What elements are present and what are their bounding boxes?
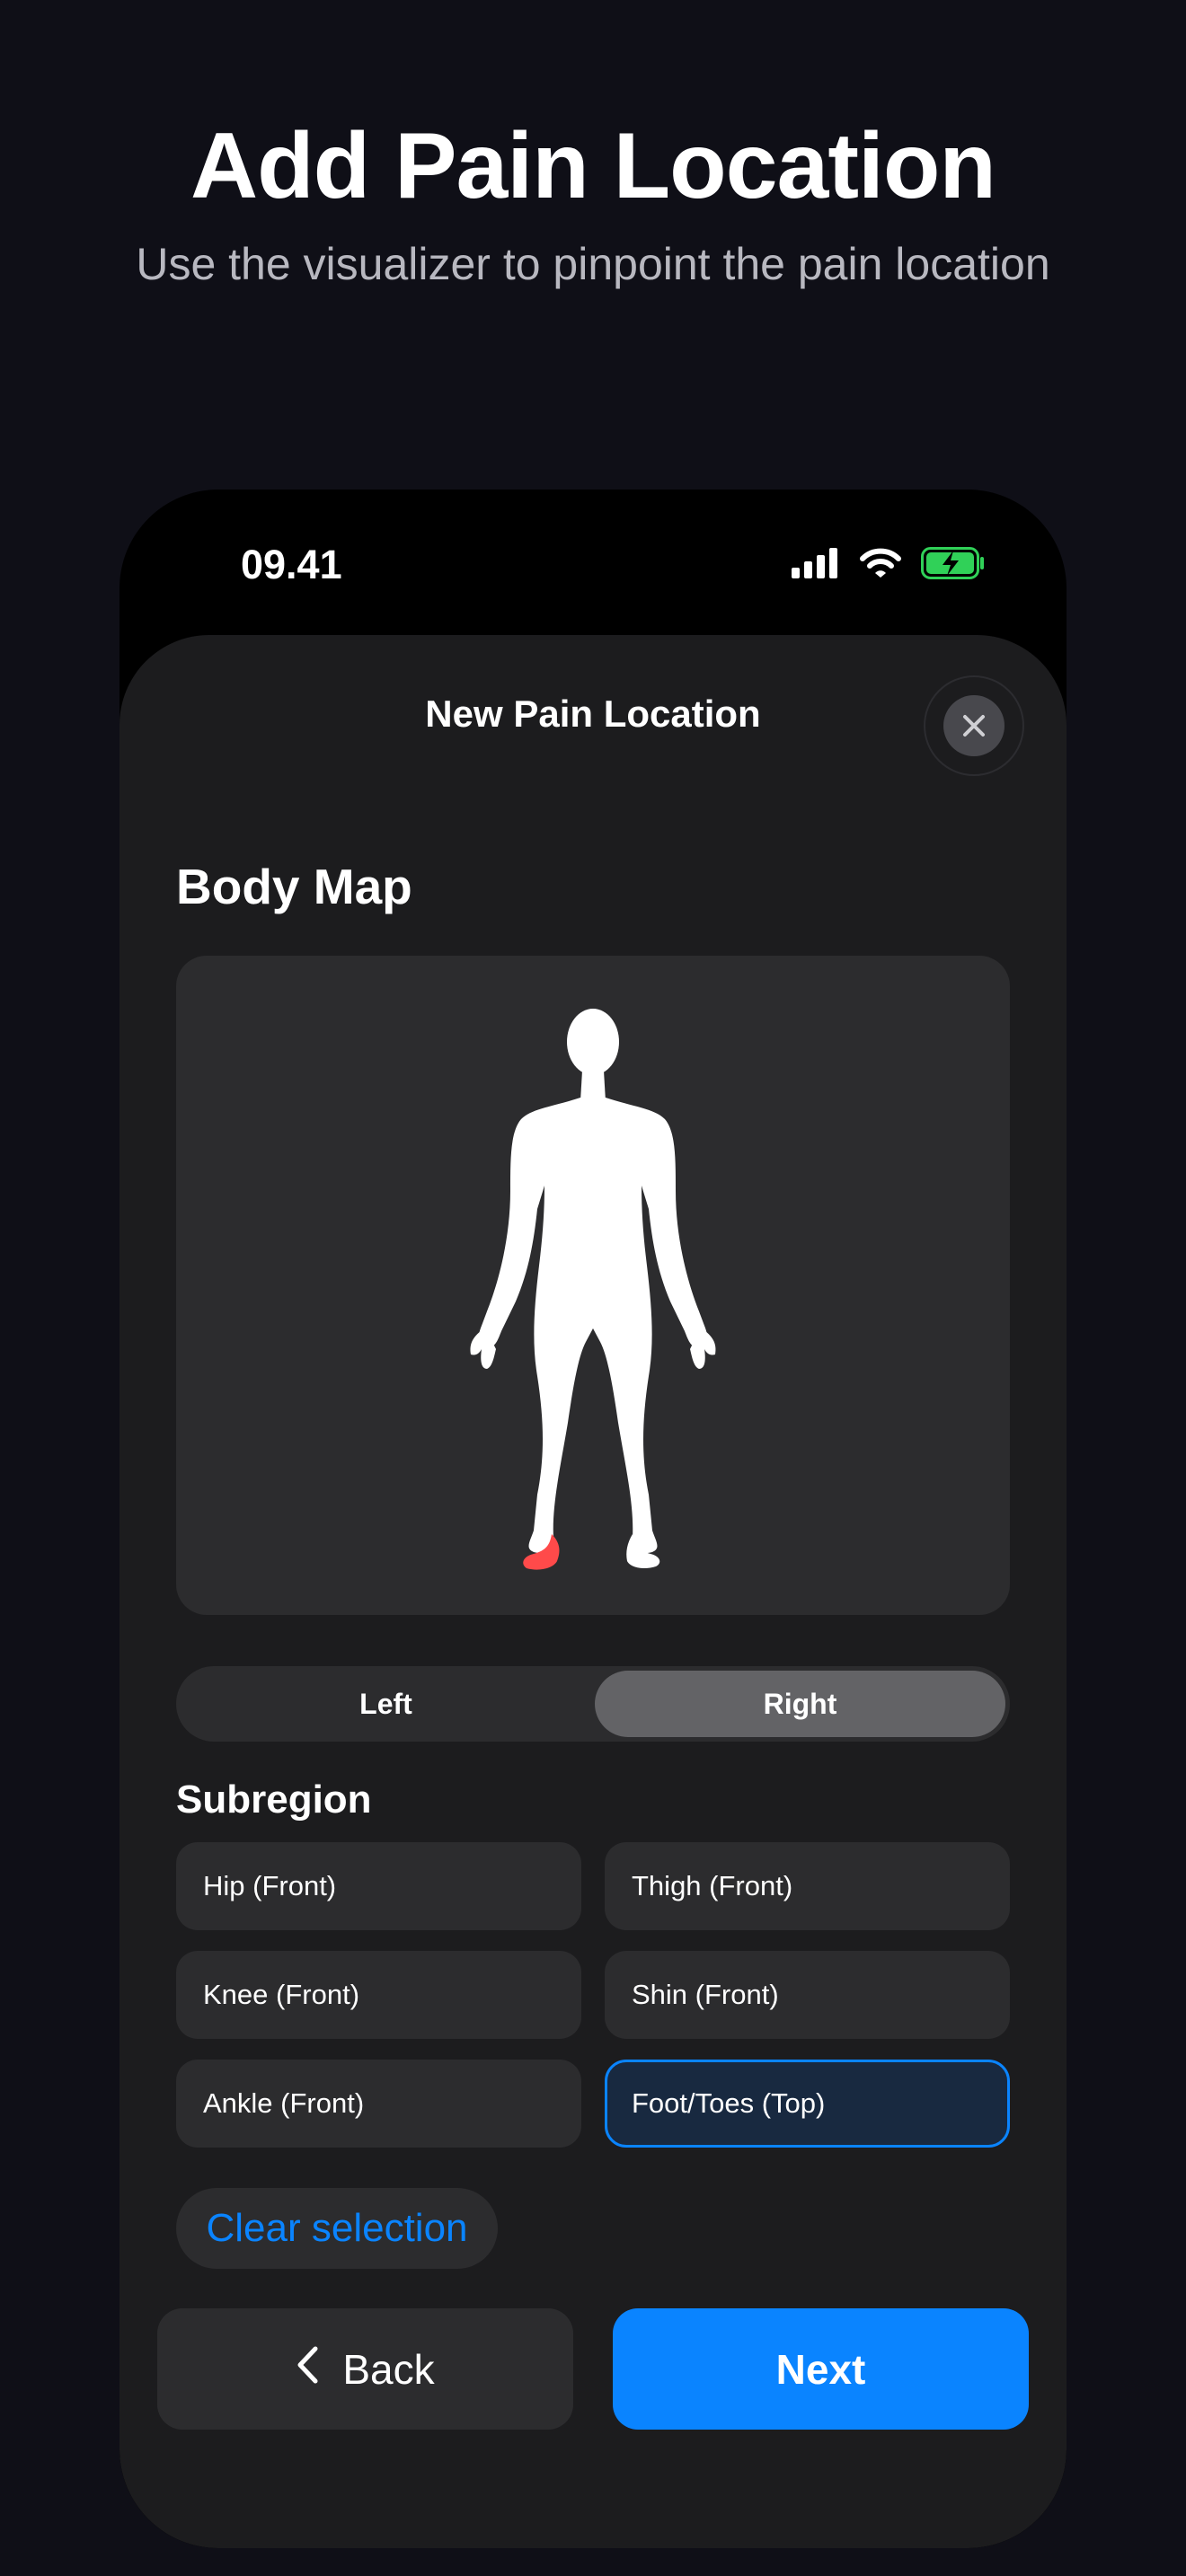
- subregion-knee-front[interactable]: Knee (Front): [176, 1951, 581, 2039]
- subregion-thigh-front[interactable]: Thigh (Front): [605, 1842, 1010, 1930]
- new-pain-location-sheet: New Pain Location Body Map Left Right Su…: [119, 635, 1067, 2548]
- body-map[interactable]: [176, 956, 1010, 1615]
- subregion-ankle-front[interactable]: Ankle (Front): [176, 2060, 581, 2148]
- clear-selection-button[interactable]: Clear selection: [176, 2188, 498, 2269]
- status-icons: [792, 547, 986, 584]
- back-label: Back: [342, 2345, 435, 2393]
- subregion-shin-front[interactable]: Shin (Front): [605, 1951, 1010, 2039]
- wifi-icon: [860, 548, 901, 583]
- close-button[interactable]: [924, 675, 1024, 776]
- subregion-foot-toes-top[interactable]: Foot/Toes (Top): [605, 2060, 1010, 2148]
- side-toggle: Left Right: [176, 1666, 1010, 1742]
- human-body-figure: [470, 1009, 716, 1568]
- cellular-signal-icon: [792, 548, 840, 583]
- back-button[interactable]: Back: [157, 2308, 573, 2430]
- body-map-title: Body Map: [176, 859, 412, 914]
- phone-frame: 09.41 New Pain Location Body Map Left Ri…: [119, 490, 1067, 2548]
- battery-charging-icon: [921, 547, 986, 584]
- subregion-title: Subregion: [176, 1778, 372, 1822]
- side-option-left[interactable]: Left: [181, 1671, 591, 1737]
- side-option-right[interactable]: Right: [595, 1671, 1005, 1737]
- subregion-hip-front[interactable]: Hip (Front): [176, 1842, 581, 1930]
- status-time: 09.41: [241, 542, 342, 587]
- chevron-left-icon: [296, 2345, 319, 2394]
- close-icon: [943, 695, 1005, 756]
- next-button[interactable]: Next: [613, 2308, 1029, 2430]
- page-subtitle: Use the visualizer to pinpoint the pain …: [136, 239, 1050, 289]
- page-title: Add Pain Location: [190, 114, 996, 218]
